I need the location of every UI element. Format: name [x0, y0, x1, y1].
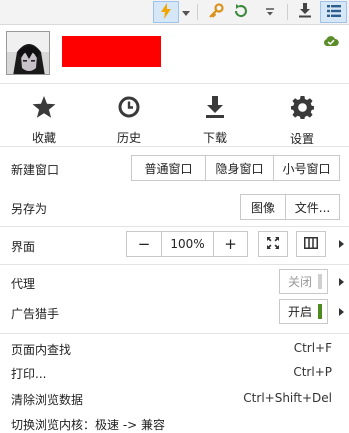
adblock-toggle-text: 开启 — [288, 305, 313, 319]
find-in-page-shortcut: Ctrl+F — [293, 341, 332, 355]
alt-account-window-button[interactable]: 小号窗口 — [273, 156, 339, 180]
lightning-button[interactable] — [153, 1, 179, 23]
clear-browsing-data-item[interactable]: 清除浏览数据 Ctrl+Shift+Del — [0, 388, 349, 408]
toolbar-separator — [197, 4, 198, 20]
zoom-control: − 100% + — [126, 231, 248, 257]
history-label: 历史 — [116, 131, 141, 145]
divider — [0, 146, 349, 147]
sidebar-layout-button[interactable] — [296, 231, 326, 257]
fullscreen-icon — [267, 236, 279, 252]
proxy-toggle-text: 关闭 — [288, 275, 313, 289]
redacted-username — [62, 36, 161, 67]
adblock-toggle-indicator — [318, 304, 323, 319]
downloads-label: 下载 — [202, 131, 227, 145]
print-shortcut: Ctrl+P — [293, 365, 332, 379]
toolbar-separator — [287, 4, 288, 20]
menu-button[interactable] — [320, 1, 347, 23]
adblock-toggle[interactable]: 开启 — [279, 299, 328, 324]
normal-window-button[interactable]: 普通窗口 — [132, 156, 205, 180]
refresh-icon — [233, 3, 249, 22]
history-button[interactable]: 历史 — [104, 96, 154, 146]
refresh-button[interactable] — [230, 1, 252, 23]
new-window-group: 普通窗口 隐身窗口 小号窗口 — [131, 155, 340, 181]
proxy-submenu-arrow-icon[interactable] — [339, 278, 344, 286]
menu-list-icon — [326, 4, 341, 20]
favorites-label: 收藏 — [31, 131, 56, 145]
switch-engine-label: 切换浏览内核：极速 -> 兼容 — [11, 418, 166, 432]
ui-label: 界面 — [11, 240, 36, 254]
small-dropdown-icon — [265, 5, 275, 19]
proxy-toggle[interactable]: 关闭 — [279, 269, 328, 294]
download-icon — [204, 96, 226, 121]
fullscreen-button[interactable] — [258, 231, 288, 257]
downloads-button[interactable]: 下载 — [190, 96, 240, 146]
find-in-page-label: 页面内查找 — [11, 343, 72, 357]
zoom-out-button[interactable]: − — [127, 232, 161, 256]
clock-icon — [118, 96, 140, 121]
download-button[interactable] — [294, 1, 316, 23]
columns-icon — [304, 236, 318, 252]
zoom-value: 100% — [161, 232, 213, 256]
proxy-label: 代理 — [11, 277, 36, 291]
gear-icon — [290, 96, 314, 122]
key-button[interactable] — [205, 1, 227, 23]
proxy-toggle-indicator — [318, 274, 323, 289]
fullscreen-button-inner — [259, 232, 287, 256]
save-as-label: 另存为 — [11, 202, 48, 216]
download-icon — [298, 3, 312, 21]
ui-submenu-arrow-icon[interactable] — [339, 240, 344, 248]
avatar[interactable] — [6, 31, 50, 75]
divider — [0, 226, 349, 227]
cloud-sync-button[interactable] — [323, 35, 339, 50]
incognito-window-button[interactable]: 隐身窗口 — [205, 156, 273, 180]
dropdown-arrow-icon — [182, 5, 190, 19]
settings-label: 设置 — [289, 132, 314, 146]
sidebar-layout-inner — [297, 232, 325, 256]
divider — [0, 264, 349, 265]
clear-browsing-data-shortcut: Ctrl+Shift+Del — [243, 391, 332, 405]
divider — [0, 333, 349, 334]
adblock-submenu-arrow-icon[interactable] — [339, 308, 344, 316]
save-as-group: 图像 文件... — [240, 194, 340, 220]
save-file-button[interactable]: 文件... — [285, 195, 339, 219]
switch-engine-item[interactable]: 切换浏览内核：极速 -> 兼容 — [0, 413, 349, 432]
key-icon — [208, 2, 224, 22]
star-icon — [32, 96, 56, 121]
clear-browsing-data-label: 清除浏览数据 — [11, 393, 84, 407]
favorites-button[interactable]: 收藏 — [19, 96, 69, 146]
small-dropdown-button[interactable] — [262, 1, 278, 23]
lightning-dropdown-button[interactable] — [180, 1, 192, 23]
zoom-in-button[interactable]: + — [213, 232, 247, 256]
divider — [0, 83, 349, 84]
find-in-page-item[interactable]: 页面内查找 Ctrl+F — [0, 338, 349, 358]
new-window-label: 新建窗口 — [11, 163, 60, 177]
adblock-label: 广告猎手 — [11, 307, 60, 321]
settings-button[interactable]: 设置 — [277, 96, 327, 147]
save-image-button[interactable]: 图像 — [241, 195, 285, 219]
lightning-icon — [160, 2, 172, 22]
cloud-check-icon — [323, 36, 339, 50]
print-label: 打印... — [11, 367, 47, 381]
print-item[interactable]: 打印... Ctrl+P — [0, 362, 349, 382]
